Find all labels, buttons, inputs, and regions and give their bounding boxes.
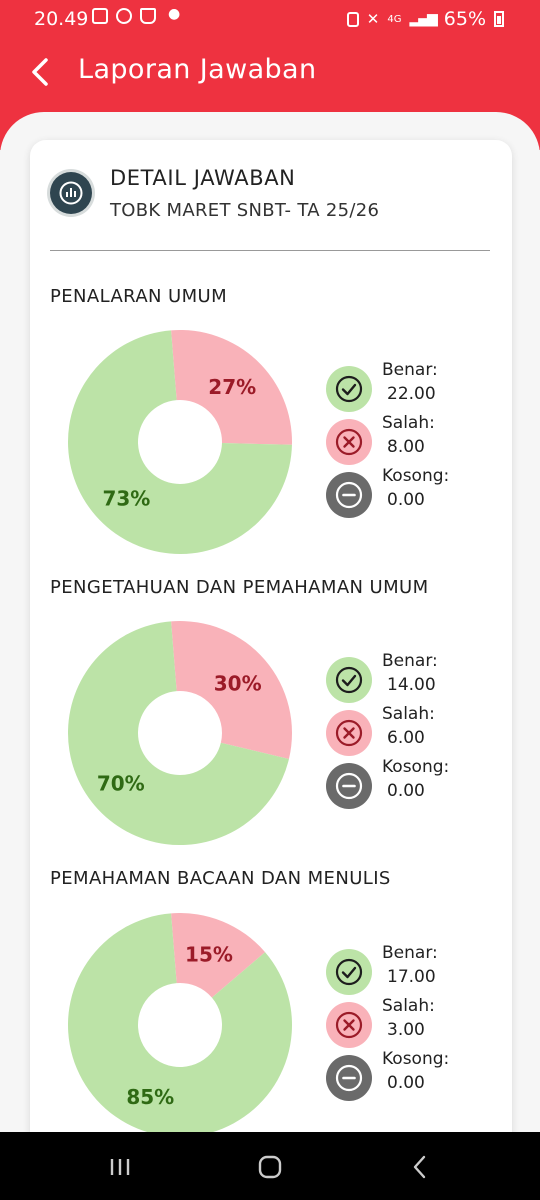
- benar-percent-label: 85%: [126, 1085, 174, 1109]
- mute-icon: ✕: [366, 10, 380, 28]
- benar-percent-label: 70%: [97, 772, 145, 796]
- legend-kosong: Kosong: 0.00: [326, 1049, 506, 1103]
- legend-kosong: Kosong: 0.00: [326, 757, 506, 811]
- kosong-label: Kosong:: [382, 466, 450, 486]
- minus-circle-icon: [326, 763, 372, 809]
- system-indicators: ✕ 4G ▂▄▆ 65%: [346, 8, 504, 30]
- legend-benar: Benar: 14.00: [326, 651, 506, 705]
- kosong-count: 0.00: [387, 490, 425, 510]
- x-circle-icon: [326, 710, 372, 756]
- section-title: PENGETAHUAN DAN PEMAHAMAN UMUM: [50, 577, 429, 598]
- salah-count: 3.00: [387, 1020, 425, 1040]
- legend-benar: Benar: 17.00: [326, 943, 506, 997]
- answer-donut-chart: 70% 30%: [68, 621, 292, 845]
- salah-percent-label: 15%: [185, 943, 233, 967]
- check-circle-icon: [326, 949, 372, 995]
- benar-count: 17.00: [387, 967, 436, 987]
- bar-chart-icon: [50, 172, 92, 214]
- notification-icons: [92, 8, 156, 24]
- back-arrow-icon[interactable]: [26, 54, 56, 90]
- answer-donut-chart: 73% 27%: [68, 330, 292, 554]
- battery-saver-icon: [346, 11, 359, 27]
- kosong-label: Kosong:: [382, 1049, 450, 1069]
- answer-donut-chart: 85% 15%: [68, 913, 292, 1137]
- kosong-count: 0.00: [387, 1073, 425, 1093]
- home-icon[interactable]: [255, 1152, 285, 1182]
- salah-count: 8.00: [387, 437, 425, 457]
- salah-count: 6.00: [387, 728, 425, 748]
- legend-salah: Salah: 8.00: [326, 413, 506, 467]
- kosong-label: Kosong:: [382, 757, 450, 777]
- legend-kosong: Kosong: 0.00: [326, 466, 506, 520]
- kosong-count: 0.00: [387, 781, 425, 801]
- benar-label: Benar:: [382, 360, 438, 380]
- detail-subtitle: TOBK MARET SNBT- TA 25/26: [110, 200, 380, 221]
- legend-benar: Benar: 22.00: [326, 360, 506, 414]
- section-title: PEMAHAMAN BACAAN DAN MENULIS: [50, 868, 391, 889]
- pinterest-icon: [116, 8, 132, 24]
- minus-circle-icon: [326, 1055, 372, 1101]
- status-bar: 20.49 ● ✕ 4G ▂▄▆ 65%: [0, 0, 540, 36]
- status-time: 20.49: [34, 8, 89, 30]
- incognito-icon: [140, 8, 156, 24]
- benar-count: 14.00: [387, 675, 436, 695]
- gallery-icon: [92, 8, 108, 24]
- salah-percent-label: 27%: [208, 375, 256, 399]
- salah-label: Salah:: [382, 413, 435, 433]
- battery-icon: [494, 11, 504, 27]
- notification-dot-icon: ●: [168, 6, 181, 22]
- check-circle-icon: [326, 657, 372, 703]
- page-title: Laporan Jawaban: [78, 54, 317, 85]
- section-title: PENALARAN UMUM: [50, 286, 228, 307]
- salah-label: Salah:: [382, 996, 435, 1016]
- detail-title: DETAIL JAWABAN: [110, 166, 296, 190]
- salah-percent-label: 30%: [214, 672, 262, 696]
- recent-apps-icon[interactable]: [105, 1152, 135, 1182]
- network-type: 4G: [387, 13, 402, 25]
- legend-salah: Salah: 3.00: [326, 996, 506, 1050]
- x-circle-icon: [326, 419, 372, 465]
- benar-percent-label: 73%: [102, 487, 150, 511]
- benar-count: 22.00: [387, 384, 436, 404]
- battery-percent: 65%: [443, 8, 486, 30]
- benar-label: Benar:: [382, 651, 438, 671]
- divider: [50, 250, 490, 251]
- check-circle-icon: [326, 366, 372, 412]
- x-circle-icon: [326, 1002, 372, 1048]
- benar-label: Benar:: [382, 943, 438, 963]
- minus-circle-icon: [326, 472, 372, 518]
- salah-label: Salah:: [382, 704, 435, 724]
- signal-icon: ▂▄▆: [409, 11, 437, 27]
- system-nav-bar: [0, 1132, 540, 1200]
- app-bar: Laporan Jawaban: [0, 48, 540, 96]
- legend-salah: Salah: 6.00: [326, 704, 506, 758]
- nav-back-icon[interactable]: [405, 1152, 435, 1182]
